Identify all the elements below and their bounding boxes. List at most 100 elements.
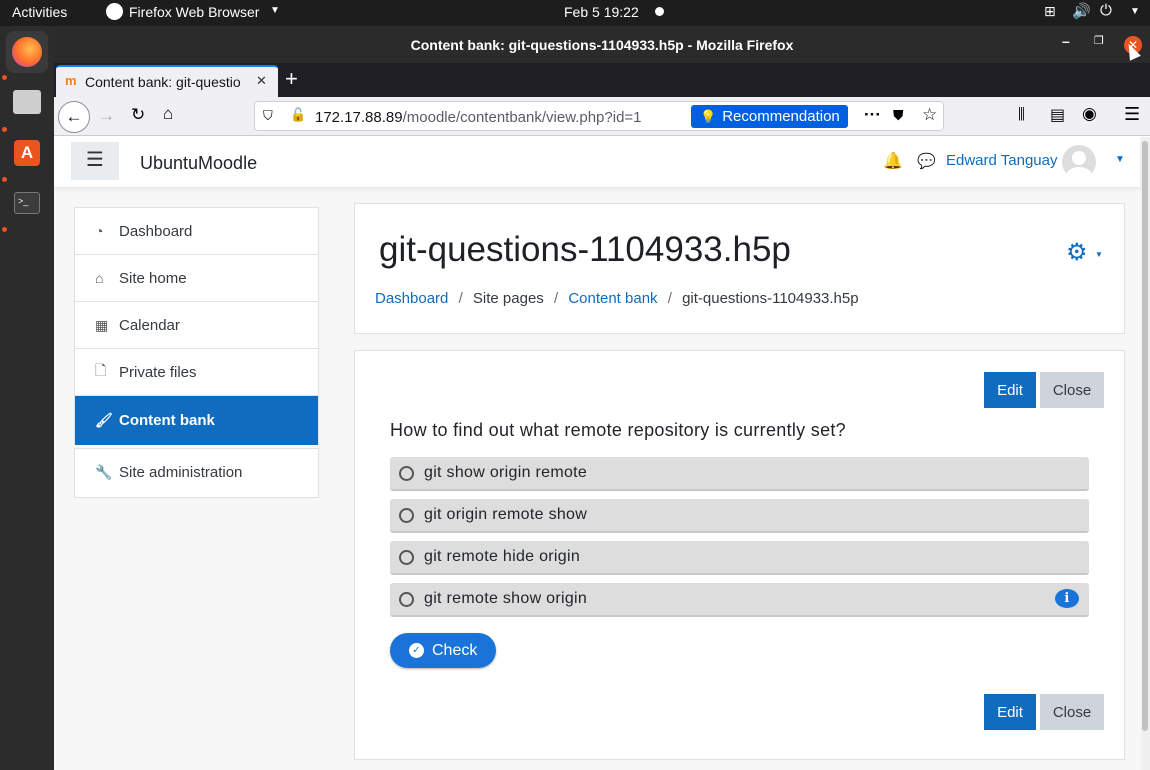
nav-label: Private files [119, 363, 197, 381]
radio-button[interactable] [399, 549, 414, 565]
pocket-icon[interactable]: ⛊ [893, 107, 904, 124]
page-scrollbar[interactable] [1141, 137, 1150, 770]
home-icon: ⌂ [95, 270, 104, 286]
nav-item-dashboard[interactable]: ◔ Dashboard [75, 208, 318, 255]
reload-icon[interactable]: ↻ [131, 105, 145, 125]
avatar[interactable] [1062, 145, 1096, 179]
answer-label: git remote hide origin [424, 548, 581, 565]
files-dock-icon[interactable] [6, 82, 48, 124]
user-name[interactable]: Edward Tanguay [946, 152, 1057, 169]
network-icon[interactable]: ⊞ [1044, 3, 1056, 20]
nav-label: Dashboard [119, 222, 193, 240]
power-icon[interactable]: ⏻ [1100, 2, 1112, 19]
settings-caret-icon[interactable]: ▼ [1095, 250, 1103, 259]
volume-icon[interactable]: 🔊 [1072, 2, 1091, 20]
answer-label: git origin remote show [424, 506, 588, 523]
notifications-bell-icon[interactable]: 🔔 [883, 151, 903, 171]
calendar-icon: ▦ [95, 316, 109, 333]
page-content: ☰ UbuntuMoodle 🔔 💬 Edward Tanguay ▼ ◔ Das… [54, 137, 1150, 770]
url-path: /moodle/contentbank/view.php?id=1 [402, 109, 642, 126]
info-icon[interactable]: i [1055, 589, 1079, 608]
running-indicator [2, 75, 7, 80]
breadcrumb-content-bank[interactable]: Content bank [568, 290, 657, 307]
nav-item-site-administration[interactable]: 🔧 Site administration [75, 449, 318, 496]
nav-item-content-bank[interactable]: 🖌 Content bank [75, 396, 318, 445]
radio-button[interactable] [399, 465, 414, 481]
lightbulb-icon: 💡 [700, 108, 717, 124]
breadcrumb: Dashboard / Site pages / Content bank / … [375, 290, 859, 307]
hamburger-menu-icon[interactable]: ☰ [1124, 104, 1140, 125]
clock[interactable]: Feb 5 19:22 [564, 4, 639, 20]
answer-option[interactable]: git remote hide origin [390, 541, 1089, 575]
messages-icon[interactable]: 💬 [917, 152, 936, 170]
notification-dot-icon [655, 7, 664, 16]
forward-button-icon[interactable]: → [98, 106, 115, 126]
url-bar[interactable]: ⛉ 🔓 172.17.88.89/moodle/contentbank/view… [254, 101, 944, 131]
sidebar-toggle-icon[interactable]: ▤ [1050, 105, 1065, 125]
drawer-toggle-button[interactable]: ☰ [71, 142, 119, 180]
terminal-dock-icon[interactable]: >_ [6, 182, 48, 224]
nav-item-site-home[interactable]: ⌂ Site home [75, 255, 318, 302]
answer-option[interactable]: git origin remote show [390, 499, 1089, 533]
check-circle-icon: ✓ [409, 643, 424, 658]
nav-drawer: ◔ Dashboard ⌂ Site home ▦ Calendar 🗋 Private… [74, 207, 319, 445]
file-icon: 🗋 [95, 362, 107, 378]
settings-gear-icon[interactable]: ⚙ [1066, 238, 1088, 267]
running-indicator [2, 227, 7, 232]
insecure-lock-icon[interactable]: 🔓 [290, 107, 306, 123]
minimize-icon[interactable]: – [1062, 33, 1070, 49]
nav-label: Calendar [119, 316, 180, 334]
running-indicator [2, 177, 7, 182]
breadcrumb-current: git-questions-1104933.h5p [682, 290, 859, 307]
site-name[interactable]: UbuntuMoodle [140, 153, 257, 174]
recommendation-button[interactable]: 💡 Recommendation [691, 105, 848, 128]
check-label: Check [432, 641, 478, 659]
answer-option[interactable]: git remote show origin i [390, 583, 1089, 617]
firefox-dock-icon[interactable] [6, 31, 48, 73]
tracking-shield-icon[interactable]: ⛉ [263, 108, 273, 124]
edit-button[interactable]: Edit [984, 372, 1036, 408]
app-menu[interactable]: Firefox Web Browser [129, 4, 259, 20]
nav-toolbar: ← → ↻ ⌂ ⛉ 🔓 172.17.88.89/moodle/contentb… [54, 97, 1150, 136]
moodle-favicon-icon: m [65, 73, 77, 88]
radio-button[interactable] [399, 507, 414, 523]
system-menu-arrow-icon[interactable]: ▼ [1130, 6, 1140, 17]
tab-close-icon[interactable]: ✕ [256, 73, 267, 89]
window-title: Content bank: git-questions-1104933.h5p … [410, 37, 794, 53]
moodle-header: ☰ UbuntuMoodle 🔔 💬 Edward Tanguay ▼ [54, 137, 1140, 187]
answer-option[interactable]: git show origin remote [390, 457, 1089, 491]
maximize-icon[interactable]: ❐ [1094, 34, 1104, 47]
software-center-dock-icon[interactable]: A [6, 132, 48, 174]
home-button-icon[interactable]: ⌂ [163, 104, 173, 124]
breadcrumb-separator: / [458, 290, 463, 307]
url-text: 172.17.88.89/moodle/contentbank/view.php… [315, 109, 642, 126]
tab-active[interactable]: m Content bank: git-questio ✕ [56, 65, 278, 97]
radio-button[interactable] [399, 591, 414, 607]
breadcrumb-separator: / [553, 290, 559, 307]
scrollbar-thumb[interactable] [1142, 141, 1148, 731]
close-button[interactable]: Close [1040, 372, 1104, 408]
new-tab-icon[interactable]: + [285, 66, 298, 92]
account-icon[interactable]: ◉ [1082, 104, 1097, 124]
dock: A >_ [0, 26, 54, 770]
breadcrumb-dashboard[interactable]: Dashboard [375, 290, 448, 307]
tab-bar: m Content bank: git-questio ✕ + [54, 63, 1150, 97]
page-header-card: git-questions-1104933.h5p ⚙ ▼ Dashboard … [354, 203, 1125, 334]
edit-button-bottom[interactable]: Edit [984, 694, 1036, 730]
page-title: git-questions-1104933.h5p [379, 230, 791, 269]
dashboard-icon: ◔ [95, 223, 104, 239]
bookmark-star-icon[interactable]: ☆ [922, 105, 937, 125]
nav-label: Content bank [119, 412, 215, 429]
library-icon[interactable]: ⫼ [1018, 106, 1025, 123]
page-actions-icon[interactable]: ··· [864, 105, 881, 125]
wrench-icon: 🔧 [95, 464, 113, 480]
activities-button[interactable]: Activities [12, 4, 67, 20]
question-text: How to find out what remote repository i… [390, 420, 846, 440]
app-menu-arrow-icon[interactable]: ▼ [270, 5, 280, 16]
nav-item-calendar[interactable]: ▦ Calendar [75, 302, 318, 349]
close-button-bottom[interactable]: Close [1040, 694, 1104, 730]
user-menu-caret-icon[interactable]: ▼ [1115, 154, 1125, 165]
check-button[interactable]: ✓ Check [390, 633, 496, 668]
nav-item-private-files[interactable]: 🗋 Private files [75, 349, 318, 396]
back-button-icon[interactable]: ← [58, 101, 90, 133]
